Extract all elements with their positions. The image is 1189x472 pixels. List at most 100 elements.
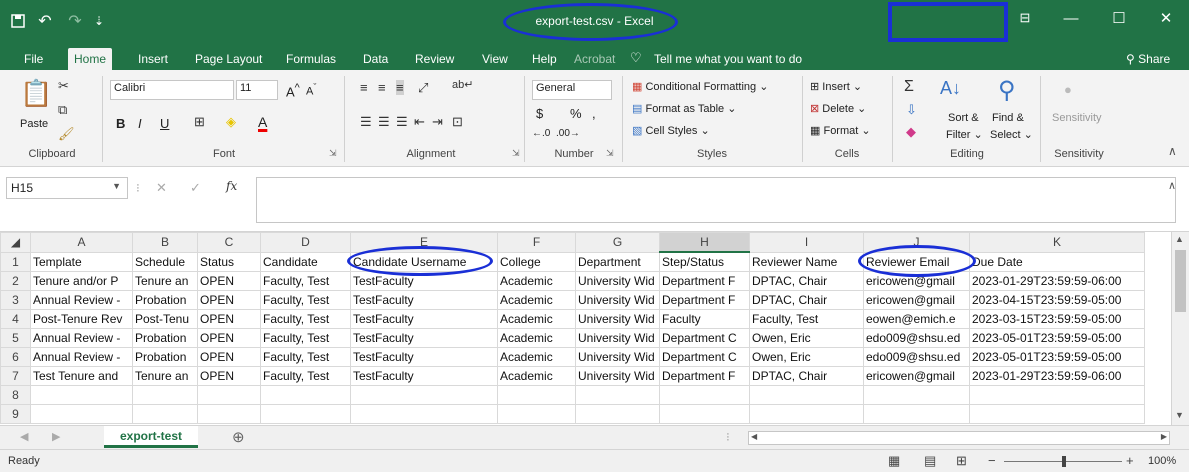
format-cells-button[interactable]: ▦ Format ⌄: [810, 124, 871, 137]
increase-font-icon[interactable]: A^: [286, 82, 300, 99]
cell-g7[interactable]: University Wid: [575, 366, 660, 386]
cell-f8[interactable]: [497, 385, 576, 405]
cell-j2[interactable]: ericowen@gmail: [863, 271, 970, 291]
cell-a6[interactable]: Annual Review -: [30, 347, 133, 367]
tab-formulas[interactable]: Formulas: [280, 48, 342, 70]
column-header-a[interactable]: A: [30, 232, 133, 253]
cell-k8[interactable]: [969, 385, 1145, 405]
align-top-icon[interactable]: ≡: [360, 80, 368, 95]
column-header-f[interactable]: F: [497, 232, 576, 253]
horizontal-scrollbar[interactable]: ◀ ▶: [748, 431, 1170, 445]
cell-e6[interactable]: TestFaculty: [350, 347, 498, 367]
cell-c8[interactable]: [197, 385, 261, 405]
cell-e1[interactable]: Candidate Username: [350, 251, 498, 272]
align-middle-icon[interactable]: ≡: [378, 80, 386, 95]
comma-button[interactable]: ,: [592, 106, 596, 121]
fill-icon[interactable]: ⇩: [906, 102, 917, 118]
cell-i1[interactable]: Reviewer Name: [749, 251, 864, 272]
tab-view[interactable]: View: [476, 48, 514, 70]
cell-a9[interactable]: [30, 404, 133, 424]
collapse-ribbon-icon[interactable]: ∧: [1168, 144, 1177, 158]
close-button[interactable]: ✕: [1143, 0, 1189, 36]
cell-d7[interactable]: Faculty, Test: [260, 366, 351, 386]
align-left-icon[interactable]: ☰: [360, 114, 372, 130]
cell-b4[interactable]: Post-Tenu: [132, 309, 198, 329]
alignment-dialog-launcher-icon[interactable]: ⇲: [512, 148, 520, 159]
cell-e8[interactable]: [350, 385, 498, 405]
align-right-icon[interactable]: ☰: [396, 114, 408, 130]
sensitivity-button[interactable]: Sensitivity: [1052, 112, 1102, 124]
cell-i9[interactable]: [749, 404, 864, 424]
column-header-h[interactable]: H: [659, 232, 750, 253]
scroll-left-icon[interactable]: ◀: [751, 432, 757, 441]
row-header[interactable]: 7: [0, 366, 31, 386]
cell-f1[interactable]: College: [497, 251, 576, 272]
share-button[interactable]: ⚲ Share: [1126, 52, 1170, 66]
insert-cells-button[interactable]: ⊞ Insert ⌄: [810, 80, 862, 93]
cell-d6[interactable]: Faculty, Test: [260, 347, 351, 367]
cell-d3[interactable]: Faculty, Test: [260, 290, 351, 310]
cell-a3[interactable]: Annual Review -: [30, 290, 133, 310]
formula-input[interactable]: [256, 177, 1176, 223]
cell-e7[interactable]: TestFaculty: [350, 366, 498, 386]
cell-g1[interactable]: Department: [575, 251, 660, 272]
zoom-out-icon[interactable]: −: [988, 453, 996, 468]
cell-b6[interactable]: Probation: [132, 347, 198, 367]
cancel-formula-icon[interactable]: ✕: [156, 180, 167, 196]
cell-a7[interactable]: Test Tenure and: [30, 366, 133, 386]
cell-i2[interactable]: DPTAC, Chair: [749, 271, 864, 291]
cell-k9[interactable]: [969, 404, 1145, 424]
cell-d5[interactable]: Faculty, Test: [260, 328, 351, 348]
enter-formula-icon[interactable]: ✓: [190, 180, 201, 196]
cell-g9[interactable]: [575, 404, 660, 424]
number-dialog-launcher-icon[interactable]: ⇲: [606, 148, 614, 159]
zoom-slider-thumb[interactable]: [1062, 456, 1066, 467]
zoom-level[interactable]: 100%: [1148, 455, 1176, 467]
cell-c7[interactable]: OPEN: [197, 366, 261, 386]
font-dialog-launcher-icon[interactable]: ⇲: [329, 148, 337, 159]
cell-k4[interactable]: 2023-03-15T23:59:59-05:00: [969, 309, 1145, 329]
row-header[interactable]: 4: [0, 309, 31, 329]
page-break-view-icon[interactable]: ⊞: [956, 453, 967, 469]
paste-icon[interactable]: 📋: [20, 78, 52, 109]
prev-sheet-icon[interactable]: ◀: [20, 430, 28, 443]
find-select-button[interactable]: Find &: [992, 112, 1024, 124]
column-header-i[interactable]: I: [749, 232, 864, 253]
cell-b2[interactable]: Tenure an: [132, 271, 198, 291]
cell-i6[interactable]: Owen, Eric: [749, 347, 864, 367]
vertical-scrollbar[interactable]: ▲ ▼: [1171, 232, 1189, 425]
cell-styles-button[interactable]: ▧ Cell Styles ⌄: [632, 124, 710, 137]
tab-splitter-icon[interactable]: ⁝: [726, 430, 730, 444]
font-size-select[interactable]: 11: [236, 80, 278, 100]
cell-e3[interactable]: TestFaculty: [350, 290, 498, 310]
number-format-select[interactable]: General: [532, 80, 612, 100]
cell-j3[interactable]: ericowen@gmail: [863, 290, 970, 310]
cell-c3[interactable]: OPEN: [197, 290, 261, 310]
cell-h7[interactable]: Department F: [659, 366, 750, 386]
cell-h2[interactable]: Department F: [659, 271, 750, 291]
cell-a4[interactable]: Post-Tenure Rev: [30, 309, 133, 329]
cell-a5[interactable]: Annual Review -: [30, 328, 133, 348]
tell-me-search[interactable]: Tell me what you want to do: [654, 52, 802, 66]
cell-f3[interactable]: Academic: [497, 290, 576, 310]
cell-f2[interactable]: Academic: [497, 271, 576, 291]
cell-e2[interactable]: TestFaculty: [350, 271, 498, 291]
clear-icon[interactable]: ◆: [906, 124, 916, 140]
cell-a8[interactable]: [30, 385, 133, 405]
cell-a1[interactable]: Template: [30, 251, 133, 272]
tab-help[interactable]: Help: [526, 48, 563, 70]
cell-c4[interactable]: OPEN: [197, 309, 261, 329]
cell-f6[interactable]: Academic: [497, 347, 576, 367]
insert-function-icon[interactable]: fx: [226, 179, 237, 193]
page-layout-view-icon[interactable]: ▤: [924, 453, 936, 469]
scroll-right-icon[interactable]: ▶: [1161, 432, 1167, 441]
next-sheet-icon[interactable]: ▶: [52, 430, 60, 443]
cell-g6[interactable]: University Wid: [575, 347, 660, 367]
cut-icon[interactable]: ✂: [58, 78, 69, 94]
cell-g8[interactable]: [575, 385, 660, 405]
cell-d4[interactable]: Faculty, Test: [260, 309, 351, 329]
tab-insert[interactable]: Insert: [132, 48, 174, 70]
italic-button[interactable]: I: [138, 116, 142, 131]
cell-d1[interactable]: Candidate: [260, 251, 351, 272]
fill-color-icon[interactable]: ◈: [226, 114, 236, 130]
